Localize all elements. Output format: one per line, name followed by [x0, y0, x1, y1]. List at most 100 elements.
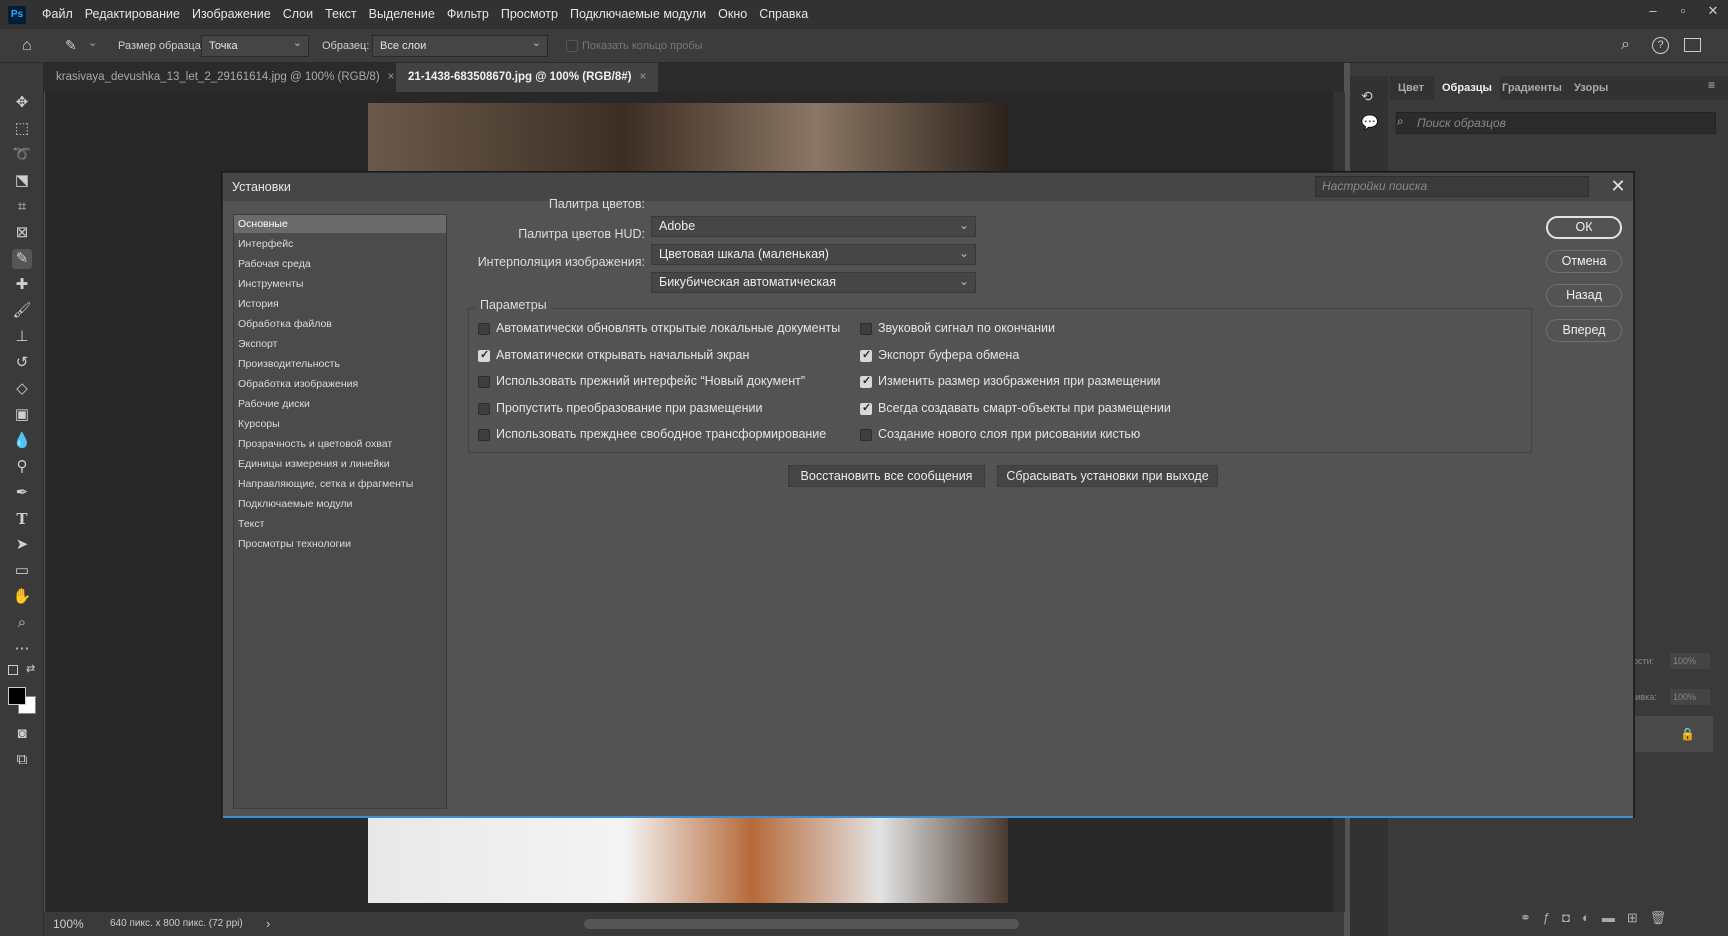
workspace-icon[interactable] — [1684, 38, 1701, 52]
cancel-button[interactable]: Отмена — [1546, 250, 1622, 273]
layer-row[interactable] — [1635, 716, 1713, 752]
quick-mask-icon[interactable]: ◙ — [12, 724, 32, 744]
category-cursors[interactable]: Курсоры — [234, 415, 446, 433]
category-plugins[interactable]: Подключаемые модули — [234, 495, 446, 513]
fill-input[interactable]: 100% — [1670, 689, 1710, 705]
gradient-tool-icon[interactable]: ▣ — [12, 405, 32, 425]
menu-view[interactable]: Просмотр — [495, 0, 564, 29]
tab-swatches[interactable]: Образцы — [1434, 76, 1500, 100]
checkbox-export-clipboard[interactable] — [860, 348, 872, 362]
category-performance[interactable]: Производительность — [234, 355, 446, 373]
sample-layers-select[interactable]: Все слои — [372, 35, 548, 57]
tab-color[interactable]: Цвет — [1398, 76, 1424, 100]
menu-select[interactable]: Выделение — [363, 0, 441, 29]
category-tools[interactable]: Инструменты — [234, 275, 446, 293]
category-general[interactable]: Основные — [234, 215, 446, 233]
menu-layers[interactable]: Слои — [277, 0, 319, 29]
close-icon[interactable]: × — [388, 71, 395, 83]
document-image[interactable] — [368, 103, 1008, 173]
menu-file[interactable]: Файл — [36, 0, 79, 29]
hud-picker-select[interactable]: Цветовая шкала (маленькая) ⌄ — [651, 244, 976, 265]
more-tools-icon[interactable]: ⋯ — [12, 639, 32, 659]
type-tool-icon[interactable]: T — [12, 509, 32, 529]
category-units-rulers[interactable]: Единицы измерения и линейки — [234, 455, 446, 473]
lasso-tool-icon[interactable]: ➰ — [12, 145, 32, 165]
category-technology-previews[interactable]: Просмотры технологии — [234, 535, 446, 553]
layer-actions-icon[interactable]: ⚭ƒ◘◐▬⊞🗑 — [1520, 910, 1678, 926]
healing-brush-icon[interactable]: ✚ — [12, 275, 32, 295]
panel-menu-icon[interactable]: ≡ — [1708, 78, 1715, 92]
default-colors-icon[interactable] — [8, 665, 18, 675]
foreground-color-swatch[interactable] — [8, 687, 26, 705]
sample-size-select[interactable]: Точка — [201, 35, 309, 57]
move-tool-icon[interactable]: ✥ — [12, 93, 32, 113]
eyedropper-tool-icon[interactable]: ✎ — [65, 37, 77, 54]
category-guides-grid[interactable]: Направляющие, сетка и фрагменты — [234, 475, 446, 493]
swatch-search-input[interactable]: Поиск образцов — [1396, 112, 1716, 134]
menu-filter[interactable]: Фильтр — [441, 0, 495, 29]
menu-window[interactable]: Окно — [712, 0, 753, 29]
interpolation-select[interactable]: Бикубическая автоматическая ⌄ — [651, 272, 976, 293]
category-file-handling[interactable]: Обработка файлов — [234, 315, 446, 333]
stamp-tool-icon[interactable]: ⊥ — [12, 327, 32, 347]
eyedropper-icon[interactable]: ✎ — [12, 249, 32, 269]
checkbox-show-home-screen[interactable] — [478, 348, 490, 362]
opacity-input[interactable]: 100% — [1670, 653, 1710, 669]
screen-mode-icon[interactable]: ⧉ — [12, 750, 32, 770]
category-interface[interactable]: Интерфейс — [234, 235, 446, 253]
restore-icon[interactable]: ▫ — [1668, 0, 1698, 24]
marquee-tool-icon[interactable]: ⬚ — [12, 119, 32, 139]
checkbox-beep-when-done[interactable] — [860, 323, 872, 335]
pen-tool-icon[interactable]: ✒ — [12, 483, 32, 503]
path-select-icon[interactable]: ➤ — [12, 535, 32, 555]
next-button[interactable]: Вперед — [1546, 319, 1622, 342]
checkbox-legacy-free-transform[interactable] — [478, 429, 490, 441]
comments-panel-icon[interactable]: 💬 — [1361, 114, 1378, 131]
tab-document-2[interactable]: 21-1438-683508670.jpg @ 100% (RGB/8#) × — [396, 63, 659, 92]
menu-edit[interactable]: Редактирование — [79, 0, 186, 29]
checkbox-smart-objects[interactable] — [860, 401, 872, 415]
category-history[interactable]: История — [234, 295, 446, 313]
menu-help[interactable]: Справка — [753, 0, 814, 29]
history-brush-icon[interactable]: ↺ — [12, 353, 32, 373]
checkbox-legacy-new-document[interactable] — [478, 376, 490, 388]
zoom-level[interactable]: 100% — [53, 912, 84, 936]
checkbox-resize-on-place[interactable] — [860, 374, 872, 388]
checkbox-skip-transform[interactable] — [478, 403, 490, 415]
prev-button[interactable]: Назад — [1546, 284, 1622, 307]
reset-warnings-button[interactable]: Восстановить все сообщения — [788, 465, 985, 487]
home-icon[interactable]: ⌂ — [22, 37, 32, 55]
help-icon[interactable]: ? — [1652, 37, 1669, 54]
tool-preset-chevron-icon[interactable]: ⌄ — [88, 36, 97, 49]
status-arrow-icon[interactable]: › — [266, 912, 270, 936]
preferences-search-input[interactable]: Настройки поиска — [1315, 176, 1589, 197]
category-image-processing[interactable]: Обработка изображения — [234, 375, 446, 393]
menu-image[interactable]: Изображение — [186, 0, 277, 29]
eraser-tool-icon[interactable]: ◇ — [12, 379, 32, 399]
hand-tool-icon[interactable]: ✋ — [12, 587, 32, 607]
menu-plugins[interactable]: Подключаемые модули — [564, 0, 712, 29]
history-panel-icon[interactable]: ⟲ — [1361, 88, 1373, 105]
category-workspace[interactable]: Рабочая среда — [234, 255, 446, 273]
checkbox-auto-update-docs[interactable] — [478, 323, 490, 335]
menu-type[interactable]: Текст — [319, 0, 362, 29]
frame-tool-icon[interactable]: ⊠ — [12, 223, 32, 243]
tab-patterns[interactable]: Узоры — [1574, 76, 1608, 100]
category-scratch-disks[interactable]: Рабочие диски — [234, 395, 446, 413]
crop-tool-icon[interactable]: ⌗ — [12, 197, 32, 217]
dodge-tool-icon[interactable]: ⚲ — [12, 457, 32, 477]
tab-document-1[interactable]: krasivaya_devushka_13_let_2_29161614.jpg… — [44, 63, 406, 92]
checkbox-new-layer-brush[interactable] — [860, 429, 872, 441]
horizontal-scrollbar[interactable] — [584, 919, 1019, 929]
close-window-icon[interactable]: ✕ — [1698, 0, 1728, 24]
search-icon[interactable]: ⌕ — [1621, 36, 1630, 54]
brush-tool-icon[interactable]: 🖌 — [12, 301, 32, 321]
zoom-tool-icon[interactable]: ⌕ — [12, 613, 32, 633]
blur-tool-icon[interactable]: 💧 — [12, 431, 32, 451]
category-type[interactable]: Текст — [234, 515, 446, 533]
tab-gradients[interactable]: Градиенты — [1502, 76, 1562, 100]
reset-on-quit-button[interactable]: Сбрасывать установки при выходе — [997, 465, 1218, 487]
category-transparency[interactable]: Прозрачность и цветовой охват — [234, 435, 446, 453]
color-picker-select[interactable]: Adobe ⌄ — [651, 216, 976, 237]
object-select-tool-icon[interactable]: ⬔ — [12, 171, 32, 191]
